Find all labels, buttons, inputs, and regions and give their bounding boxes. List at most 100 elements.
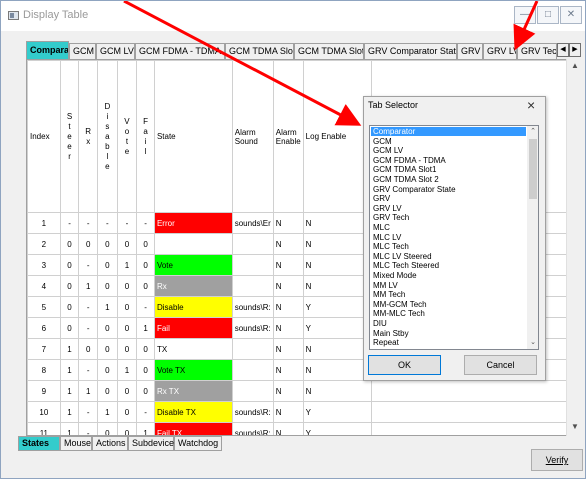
cell-alarm-sound[interactable] (231, 380, 274, 402)
cell-alarm-enable[interactable]: N (272, 338, 304, 360)
cell-rx[interactable]: 0 (78, 233, 99, 255)
cell-vote[interactable]: 0 (116, 317, 138, 339)
cell-rx[interactable]: 1 (78, 380, 99, 402)
listbox-item[interactable]: MM-MLC Tech (371, 309, 526, 318)
cell-alarm-enable[interactable]: N (272, 401, 304, 423)
cell-rx[interactable]: - (78, 401, 99, 423)
listbox-item[interactable]: GCM TDMA Slot 2 (371, 175, 526, 184)
table-row[interactable]: 11 1-0 0 1 Fail TX sounds\R: N Y (27, 422, 581, 435)
cell-fail[interactable]: - (136, 212, 155, 234)
cell-steer[interactable]: 0 (59, 317, 80, 339)
cell-disable[interactable]: 1 (97, 401, 118, 423)
cell-vote[interactable]: 1 (116, 359, 138, 381)
cell-vote[interactable]: - (116, 212, 138, 234)
cell-fail[interactable]: 1 (136, 317, 155, 339)
tab-watchdog[interactable]: Watchdog (174, 436, 222, 451)
cell-steer[interactable]: - (59, 212, 80, 234)
cell-log-enable[interactable]: N (302, 233, 373, 255)
listbox-item[interactable]: GRV Comparator State (371, 185, 526, 194)
dialog-close-icon[interactable]: × (527, 97, 535, 113)
cell-index[interactable]: 1 (27, 212, 61, 234)
cell-state[interactable]: Fail TX (153, 422, 233, 435)
tab-mouse[interactable]: Mouse (60, 436, 92, 451)
cell-fail[interactable]: 0 (136, 338, 155, 360)
cell-index[interactable]: 10 (27, 401, 61, 423)
tab-subdevice[interactable]: Subdevice (128, 436, 174, 451)
cell-vote[interactable]: 1 (116, 254, 138, 276)
cell-alarm-enable[interactable]: N (272, 233, 304, 255)
scroll-down-icon[interactable]: ▼ (567, 420, 583, 434)
cell-alarm-enable[interactable]: N (272, 275, 304, 297)
cell-alarm-sound[interactable]: sounds\R: (231, 296, 274, 318)
listbox-item[interactable]: GCM TDMA Slot1 (371, 165, 526, 174)
cell-state[interactable]: Fail (153, 317, 233, 339)
listbox-item[interactable]: Main Stby (371, 329, 526, 338)
cancel-button[interactable]: Cancel (464, 355, 537, 375)
listbox-item[interactable]: MM Tech (371, 290, 526, 299)
cell-vote[interactable]: 0 (116, 296, 138, 318)
tab-selector-listbox[interactable]: Comparator GCM GCM LV GCM FDMA - TDMA GCM TD… (369, 125, 539, 350)
cell-log-enable[interactable]: N (302, 254, 373, 276)
cell-index[interactable]: 5 (27, 296, 61, 318)
cell-disable[interactable]: 0 (97, 233, 118, 255)
cell-steer[interactable]: 0 (59, 233, 80, 255)
cell-steer[interactable]: 0 (59, 296, 80, 318)
cell-index[interactable]: 6 (27, 317, 61, 339)
listbox-item[interactable]: MLC LV Steered (371, 252, 526, 261)
cell-alarm-enable[interactable]: N (272, 254, 304, 276)
cell-index[interactable]: 9 (27, 380, 61, 402)
listbox-item[interactable]: GRV LV (371, 204, 526, 213)
listbox-item[interactable]: GRV Tech (371, 213, 526, 222)
cell-state[interactable]: Vote TX (153, 359, 233, 381)
cell-fail[interactable]: 0 (136, 359, 155, 381)
cell-state[interactable]: Vote (153, 254, 233, 276)
cell-vote[interactable]: 0 (116, 275, 138, 297)
cell-fail[interactable]: 0 (136, 254, 155, 276)
tab-gcm-fdma-tdma[interactable]: GCM FDMA - TDMA (135, 43, 225, 59)
cell-log-enable[interactable]: N (302, 212, 373, 234)
cell-index[interactable]: 3 (27, 254, 61, 276)
cell-fail[interactable]: 1 (136, 422, 155, 435)
cell-vote[interactable]: 0 (116, 380, 138, 402)
cell-index[interactable]: 7 (27, 338, 61, 360)
cell-disable[interactable]: 1 (97, 296, 118, 318)
listbox-item[interactable]: MLC LV (371, 233, 526, 242)
cell-rx[interactable]: 1 (78, 275, 99, 297)
cell-rx[interactable]: - (78, 317, 99, 339)
cell-alarm-sound[interactable]: sounds\R: (231, 317, 274, 339)
cell-fail[interactable]: - (136, 296, 155, 318)
cell-state[interactable]: Rx TX (153, 380, 233, 402)
cell-fail[interactable]: 0 (136, 275, 155, 297)
cell-fail[interactable]: 0 (136, 233, 155, 255)
cell-state[interactable]: TX (153, 338, 233, 360)
ok-button[interactable]: OK (368, 355, 441, 375)
cell-alarm-sound[interactable] (231, 338, 274, 360)
listbox-item[interactable]: MM LV (371, 281, 526, 290)
cell-disable[interactable]: 0 (97, 254, 118, 276)
tab-actions[interactable]: Actions (92, 436, 128, 451)
tab-gcm-lv[interactable]: GCM LV (96, 43, 135, 59)
cell-rx[interactable]: - (78, 296, 99, 318)
cell-alarm-enable[interactable]: N (272, 296, 304, 318)
listbox-item[interactable]: MLC Tech (371, 242, 526, 251)
cell-disable[interactable]: 0 (97, 317, 118, 339)
cell-disable[interactable]: 0 (97, 359, 118, 381)
cell-steer[interactable]: 1 (59, 338, 80, 360)
cell-index[interactable]: 11 (27, 422, 61, 435)
cell-rx[interactable]: 0 (78, 338, 99, 360)
cell-disable[interactable]: 0 (97, 422, 118, 435)
cell-vote[interactable]: 0 (116, 233, 138, 255)
listbox-item[interactable]: Repeat (371, 338, 526, 347)
cell-alarm-enable[interactable]: N (272, 317, 304, 339)
cell-alarm-enable[interactable]: N (272, 359, 304, 381)
cell-index[interactable]: 2 (27, 233, 61, 255)
tab-gcm-tdma-slot1[interactable]: GCM TDMA Slot1 (225, 43, 294, 59)
cell-index[interactable]: 4 (27, 275, 61, 297)
cell-vote[interactable]: 0 (116, 422, 138, 435)
cell-disable[interactable]: 0 (97, 338, 118, 360)
listbox-scroll-down-icon[interactable]: ⌄ (527, 337, 538, 349)
cell-log-enable[interactable]: Y (302, 296, 373, 318)
listbox-item[interactable]: MM-GCM Tech (371, 300, 526, 309)
tab-grv-tech[interactable]: GRV Tech (517, 43, 557, 59)
tab-comparator[interactable]: Comparator (26, 41, 69, 59)
